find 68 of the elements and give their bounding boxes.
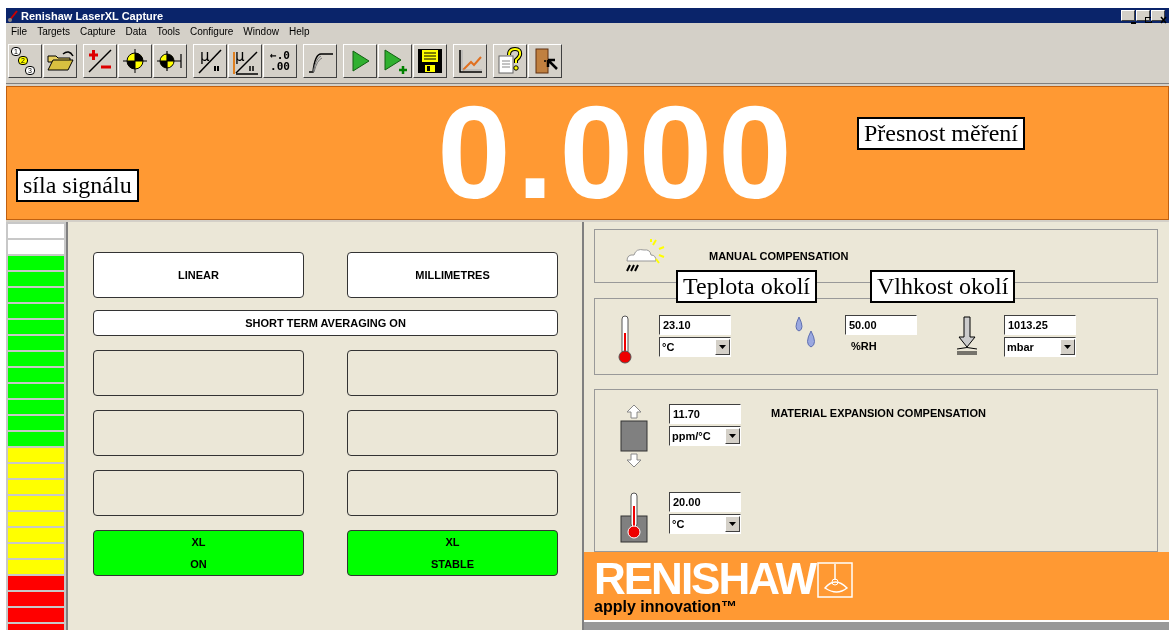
blank-button[interactable] [347, 350, 558, 396]
value-field[interactable]: 11.70 [669, 404, 741, 424]
menu-item[interactable]: File [6, 25, 33, 37]
toolbar-button[interactable] [528, 44, 562, 78]
laser-icon [8, 9, 18, 22]
dropdown-arrow-icon [1064, 345, 1071, 349]
pressure-arrow-icon [954, 315, 980, 355]
blank-button[interactable] [93, 410, 304, 456]
brand-name: RENISHAW [594, 560, 816, 598]
value-field[interactable]: 20.00 [669, 492, 741, 512]
help-icon [495, 46, 525, 76]
dropdown-arrow-icon [729, 522, 736, 526]
tagline: apply innovation™ [594, 598, 739, 616]
value-field[interactable]: 1013.25 [1004, 315, 1076, 335]
minimize-button[interactable] [1121, 10, 1135, 21]
close-button[interactable] [1151, 10, 1165, 21]
annotation-label: síla signálu [16, 169, 139, 202]
window-title: Renishaw LaserXL Capture [21, 9, 165, 22]
toolbar-button[interactable] [413, 44, 447, 78]
blank-button[interactable] [347, 410, 558, 456]
toolbar-button[interactable] [118, 44, 152, 78]
blank-button[interactable] [347, 470, 558, 516]
toolbar-button[interactable] [43, 44, 77, 78]
thermometer-icon [615, 315, 635, 365]
value-field[interactable]: 50.00 [845, 315, 917, 335]
unit-dropdown[interactable]: mbar [1004, 337, 1076, 357]
target-icon [120, 46, 150, 76]
unit-label: %RH [850, 339, 877, 352]
menu-item[interactable]: Help [283, 25, 315, 37]
annotation-label: Vlhkost okolí [870, 270, 1016, 303]
toolbar-button[interactable] [493, 44, 527, 78]
probe-logo-icon [817, 562, 854, 598]
unit-dropdown[interactable]: °C [669, 514, 741, 534]
menu-item[interactable]: Window [238, 25, 284, 37]
toolbar-button[interactable]: μ [228, 44, 262, 78]
toolbar-button[interactable] [153, 44, 187, 78]
toolbar-button[interactable] [378, 44, 412, 78]
mode-button[interactable]: MILLIMETRES [347, 252, 558, 298]
menu-item[interactable]: Data [120, 25, 152, 37]
annotation-label: Přesnost měření [857, 117, 1025, 150]
toolbar-button[interactable] [453, 44, 487, 78]
blank-button[interactable] [93, 350, 304, 396]
menu-item[interactable]: Tools [151, 25, 185, 37]
panel-title: MATERIAL EXPANSION COMPENSATION [771, 407, 986, 419]
maximize-button[interactable] [1136, 10, 1150, 21]
averaging-button[interactable]: SHORT TERM AVERAGING ON [93, 310, 558, 336]
unit-dropdown[interactable]: °C [659, 337, 731, 357]
expanding-block-icon [619, 404, 649, 468]
dropdown-arrow-icon [719, 345, 726, 349]
reading-value: 0.000 [436, 87, 798, 219]
dropdown-arrow-icon [729, 434, 736, 438]
toolbar-button[interactable]: ←.0 .00 [263, 44, 297, 78]
status-button[interactable]: XL STABLE [347, 530, 558, 576]
toolbar-button[interactable]: μ [193, 44, 227, 78]
value-field[interactable]: 23.10 [659, 315, 731, 335]
mode-button[interactable]: LINEAR [93, 252, 304, 298]
toolbar-button[interactable] [343, 44, 377, 78]
blank-button[interactable] [93, 470, 304, 516]
toolbar-button[interactable] [83, 44, 117, 78]
toolbar-button[interactable] [303, 44, 337, 78]
unit-dropdown[interactable]: ppm/°C [669, 426, 741, 446]
panel-title: MANUAL COMPENSATION [709, 250, 849, 262]
status-button[interactable]: XL ON [93, 530, 304, 576]
menu-item[interactable]: Targets [32, 25, 75, 37]
annotation-label: Teplota okolí [676, 270, 817, 303]
block-thermometer-icon [619, 492, 649, 544]
menu-item[interactable]: Configure [185, 25, 239, 37]
menu-item[interactable]: Capture [74, 25, 121, 37]
